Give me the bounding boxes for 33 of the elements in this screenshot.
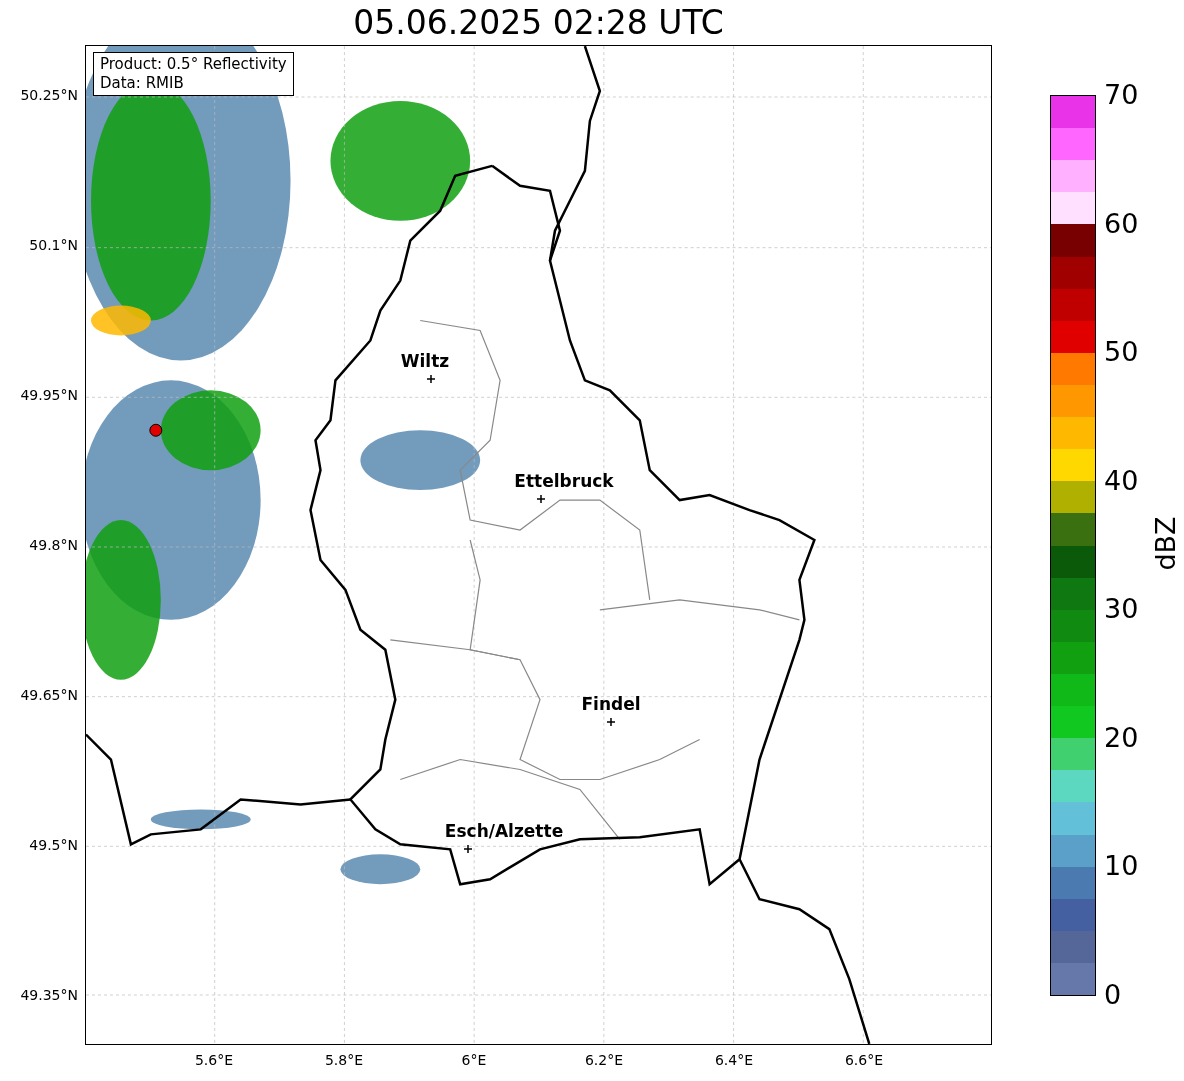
longitude-label: 6.2°E	[584, 1053, 624, 1067]
longitude-label: 6.4°E	[714, 1053, 754, 1067]
colorbar-tick-label: 40	[1104, 466, 1139, 494]
longitude-label: 5.6°E	[194, 1053, 234, 1067]
colorbar-tick-label: 50	[1104, 338, 1139, 366]
city-label: Esch/Alzette	[444, 823, 564, 840]
colorbar-tick-label: 70	[1104, 81, 1139, 108]
info-text: Product: 0.5° Reflectivity	[100, 55, 287, 74]
longitude-label: 6.6°E	[844, 1053, 884, 1067]
city-label: Wiltz	[400, 353, 450, 370]
city-marker-icon	[427, 375, 435, 383]
colorbar-tick-label: 0	[1104, 981, 1122, 1008]
info-text: Data: RMIB	[100, 74, 185, 93]
city-label: Findel	[581, 696, 641, 713]
latitude-label: 49.8°N	[29, 538, 78, 552]
colorbar-label: dBZ	[1151, 516, 1179, 571]
colorbar-tick-label: 60	[1104, 209, 1139, 237]
colorbar-tick-label: 10	[1104, 852, 1139, 880]
chart-title: 05.06.2025 02:28 UTC	[353, 6, 724, 39]
latitude-label: 50.1°N	[29, 238, 78, 252]
latitude-label: 49.5°N	[29, 838, 78, 852]
latitude-label: 49.95°N	[20, 388, 78, 402]
latitude-label: 50.25°N	[20, 88, 78, 102]
colorbar-tick-label: 30	[1104, 595, 1139, 623]
longitude-label: 6°E	[461, 1053, 487, 1067]
city-marker-icon	[537, 495, 545, 503]
latitude-label: 49.35°N	[20, 988, 78, 1002]
colorbar-tick-label: 20	[1104, 723, 1139, 751]
longitude-label: 5.8°E	[324, 1053, 364, 1067]
city-marker-icon	[607, 718, 615, 726]
city-marker-icon	[464, 845, 472, 853]
city-label: Ettelbruck	[514, 473, 614, 490]
latitude-label: 49.65°N	[20, 688, 78, 702]
